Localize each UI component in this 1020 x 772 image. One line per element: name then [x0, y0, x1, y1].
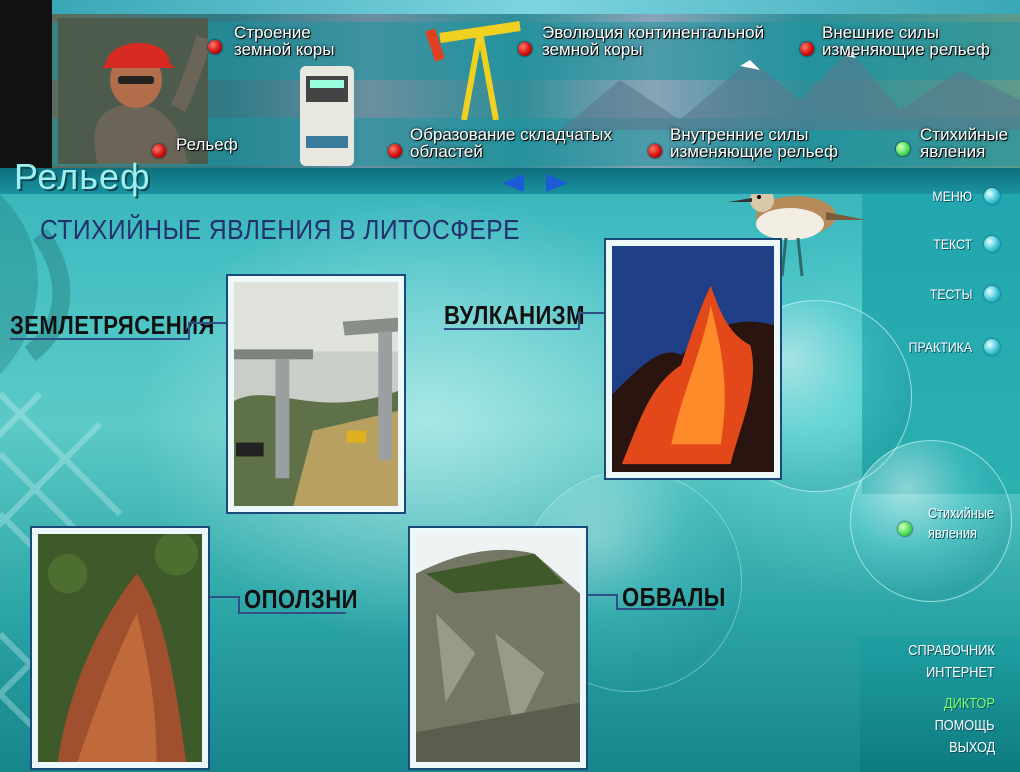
nav-dot-active	[896, 142, 910, 156]
caption-connector	[238, 596, 240, 614]
page-heading: СТИХИЙНЫЕ ЯВЛЕНИЯ В ЛИТОСФЕРЕ	[40, 214, 521, 245]
caption-connector	[616, 608, 716, 610]
section-title: Рельеф	[14, 156, 151, 197]
caption-connector	[10, 338, 190, 340]
nav-link-crust-evolution[interactable]: Эволюция континентальной земной коры	[542, 24, 782, 58]
app-window: Строение земной коры Эволюция континента…	[0, 0, 1020, 772]
practice-bubble-icon[interactable]	[984, 339, 1000, 355]
gas-pump-photo	[300, 66, 354, 166]
menu-bubble-icon[interactable]	[984, 188, 1000, 204]
tests-bubble-icon[interactable]	[984, 286, 1000, 302]
nav-link-label: Внешние силы изменяющие рельеф	[822, 23, 990, 59]
nav-link-label: Образование складчатых областей	[410, 125, 612, 161]
photo-frame-landslides[interactable]	[30, 526, 210, 770]
caption-landslides[interactable]: ОПОЛЗНИ	[244, 584, 358, 615]
nav-dot	[388, 144, 402, 158]
banner-top-strip	[52, 0, 1020, 14]
nav-link-label: Стихийные явления	[920, 125, 1009, 161]
nav-link-label: Внутренние силы изменяющие рельеф	[670, 125, 838, 161]
nav-dot	[800, 42, 814, 56]
caption-connector	[188, 322, 228, 324]
top-banner: Строение земной коры Эволюция континента…	[0, 0, 1020, 168]
side-menu-menu[interactable]: МЕНЮ	[932, 188, 972, 204]
bottom-menu-help[interactable]: ПОМОЩЬ	[935, 717, 995, 734]
caption-volcanism[interactable]: ВУЛКАНИЗМ	[444, 300, 585, 331]
bottom-menu-exit[interactable]: ВЫХОД	[949, 739, 995, 756]
arrow-left-icon[interactable]	[502, 174, 524, 192]
current-section-dot-icon	[898, 522, 912, 536]
nav-dot	[208, 40, 222, 54]
nav-link-external-forces[interactable]: Внешние силы изменяющие рельеф	[822, 24, 1002, 58]
bottom-menu-reference[interactable]: СПРАВОЧНИК	[908, 642, 995, 659]
nav-link-internal-forces[interactable]: Внутренние силы изменяющие рельеф	[670, 126, 850, 160]
nav-link-natural-hazards[interactable]: Стихийные явления	[920, 126, 1016, 160]
caption-connector	[444, 328, 580, 330]
landslide-slope-photo	[38, 534, 202, 762]
nav-dot	[518, 42, 532, 56]
caption-connector	[578, 312, 606, 314]
current-section-line: явления	[928, 525, 977, 542]
rockfall-cliff-photo	[416, 534, 580, 762]
caption-earthquakes[interactable]: ЗЕМЛЕТРЯСЕНИЯ	[10, 310, 215, 341]
photo-frame-earthquakes[interactable]	[226, 274, 406, 514]
caption-connector	[210, 596, 240, 598]
caption-connector	[588, 594, 618, 596]
photo-frame-rockfalls[interactable]	[408, 526, 588, 770]
nav-link-label: Рельеф	[176, 135, 238, 154]
nav-link-relief[interactable]: Рельеф	[176, 136, 256, 153]
nav-link-crust-structure[interactable]: Строение земной коры	[234, 24, 354, 58]
oil-pump-photo	[425, 21, 521, 120]
collapsed-bridge-photo	[234, 282, 398, 506]
caption-connector	[616, 594, 618, 610]
side-menu-text[interactable]: ТЕКСТ	[933, 236, 972, 252]
bottom-menu-narrator[interactable]: ДИКТОР	[944, 695, 995, 712]
side-menu-tests[interactable]: ТЕСТЫ	[929, 286, 972, 302]
nav-link-label: Эволюция континентальной земной коры	[542, 23, 765, 59]
caption-connector	[238, 612, 346, 614]
nav-dot	[648, 144, 662, 158]
photo-frame-volcanism[interactable]	[604, 238, 782, 480]
caption-connector	[578, 312, 580, 330]
text-bubble-icon[interactable]	[984, 236, 1000, 252]
arrow-right-icon[interactable]	[546, 174, 568, 192]
side-menu-practice[interactable]: ПРАКТИКА	[909, 339, 972, 355]
current-section-line: Стихийные	[928, 505, 995, 522]
caption-connector	[188, 322, 190, 340]
bottom-menu-internet[interactable]: ИНТЕРНЕТ	[926, 664, 995, 681]
current-section-label[interactable]: Стихийные явления	[928, 504, 994, 544]
nav-link-fold-regions[interactable]: Образование складчатых областей	[410, 126, 630, 160]
erupting-volcano-photo	[612, 246, 774, 472]
nav-link-label: Строение земной коры	[234, 23, 335, 59]
nav-dot	[152, 144, 166, 158]
